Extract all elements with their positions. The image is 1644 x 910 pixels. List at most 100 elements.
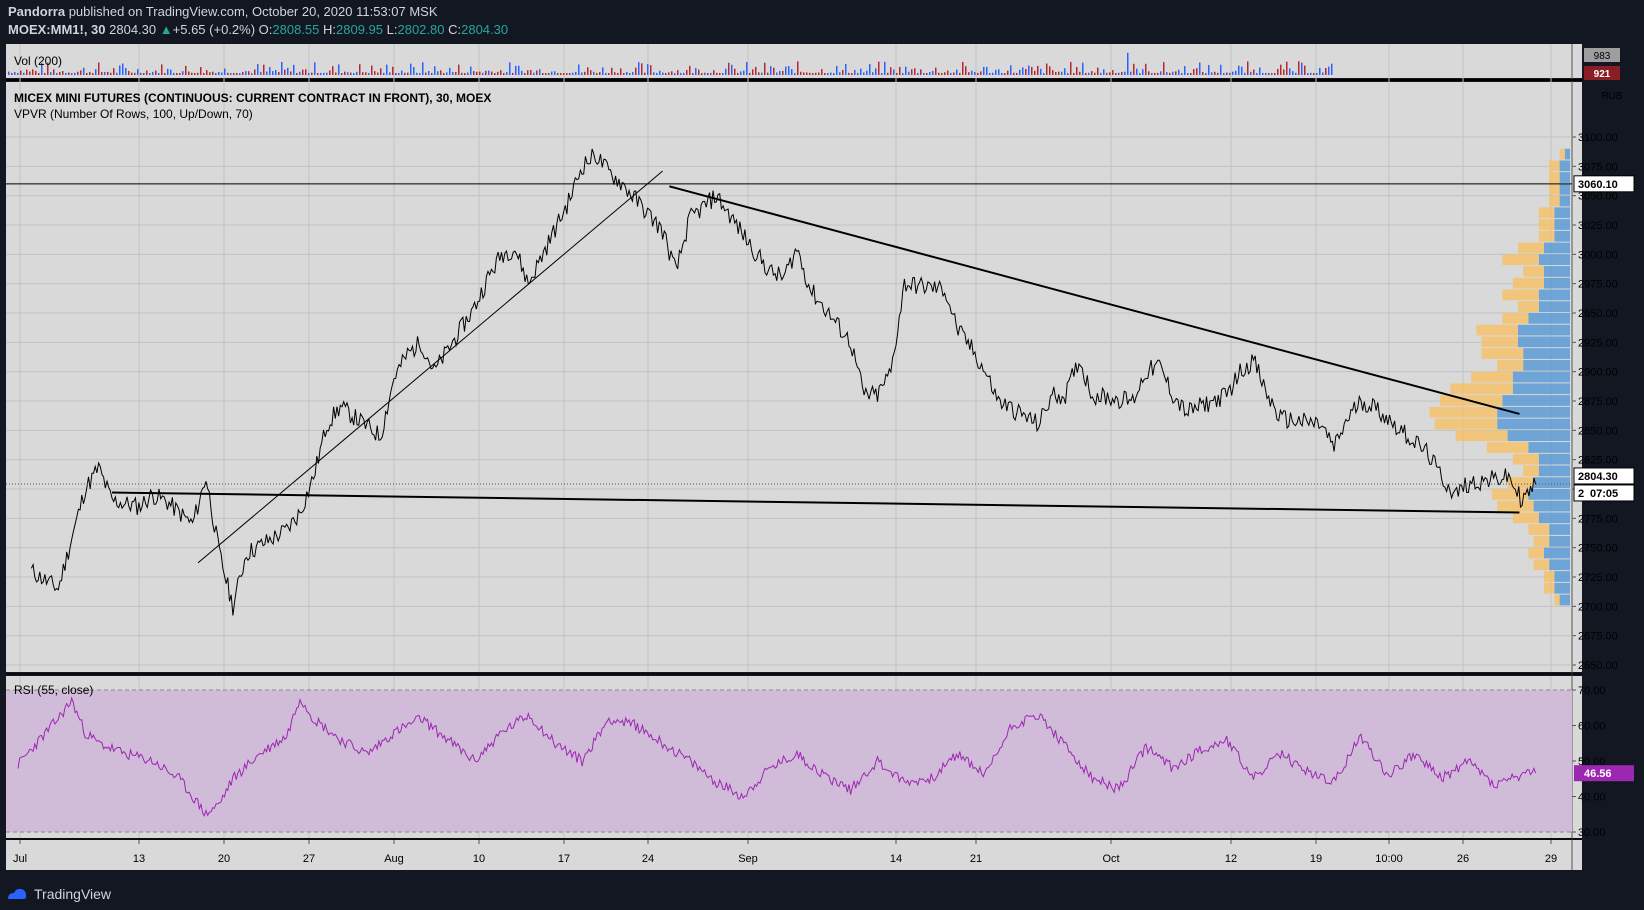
volume-bar bbox=[1187, 72, 1189, 75]
volume-bar bbox=[875, 68, 877, 75]
volume-bar bbox=[323, 72, 325, 75]
volume-bar bbox=[1016, 72, 1018, 75]
rsi-title: RSI (55, close) bbox=[14, 683, 93, 697]
volume-bar bbox=[212, 71, 214, 75]
volume-bar bbox=[602, 67, 604, 75]
vp-down-bar bbox=[1538, 207, 1555, 219]
volume-bar bbox=[1307, 72, 1309, 75]
volume-bar bbox=[218, 71, 220, 75]
volume-bar bbox=[185, 65, 187, 75]
volume-bar bbox=[92, 72, 94, 75]
price-tick-label: 3050.00 bbox=[1578, 191, 1618, 203]
volume-bar bbox=[926, 72, 928, 75]
volume-bar bbox=[32, 69, 34, 75]
vp-down-bar bbox=[1434, 418, 1498, 430]
vp-up-bar bbox=[1512, 383, 1570, 395]
volume-bar bbox=[269, 67, 271, 75]
volume-bar bbox=[1025, 69, 1027, 75]
volume-bar bbox=[737, 72, 739, 75]
time-axis-panel[interactable] bbox=[6, 840, 1582, 870]
volume-bar bbox=[23, 72, 25, 75]
volume-bar bbox=[1241, 66, 1243, 75]
vp-down-bar bbox=[1533, 559, 1550, 571]
volume-bar bbox=[812, 72, 814, 75]
vp-down-bar bbox=[1549, 160, 1560, 172]
rsi-tick-label: 70.00 bbox=[1578, 685, 1606, 697]
volume-bar bbox=[677, 70, 679, 75]
volume-bar bbox=[224, 68, 226, 75]
volume-bar bbox=[1259, 67, 1261, 75]
volume-bar bbox=[1298, 61, 1300, 75]
volume-bar bbox=[122, 63, 124, 75]
volume-bar bbox=[524, 72, 526, 75]
volume-bar bbox=[395, 72, 397, 75]
volume-bar bbox=[482, 72, 484, 75]
volume-bar bbox=[833, 72, 835, 75]
vp-down-bar bbox=[1481, 336, 1518, 348]
volume-bar bbox=[1199, 62, 1201, 75]
volume-bar bbox=[365, 72, 367, 75]
volume-bar bbox=[317, 72, 319, 75]
volume-bar bbox=[14, 71, 16, 75]
volume-bar bbox=[302, 69, 304, 75]
volume-bar bbox=[101, 71, 103, 75]
time-tick-label: 17 bbox=[558, 853, 570, 865]
volume-bar bbox=[836, 65, 838, 75]
time-tick-label: 26 bbox=[1457, 853, 1469, 865]
price-tick-label: 2775.00 bbox=[1578, 513, 1618, 525]
volume-bar bbox=[1229, 72, 1231, 75]
volume-bar bbox=[1043, 72, 1045, 75]
volume-bar bbox=[299, 71, 301, 75]
vp-down-bar bbox=[1518, 242, 1544, 254]
price-tick-label: 2950.00 bbox=[1578, 308, 1618, 320]
volume-bar bbox=[491, 71, 493, 75]
volume-bar bbox=[1001, 72, 1003, 75]
volume-bar bbox=[176, 72, 178, 75]
volume-bar bbox=[587, 67, 589, 75]
volume-bar bbox=[800, 71, 802, 75]
volume-bar bbox=[104, 71, 106, 75]
volume-bar bbox=[986, 66, 988, 75]
volume-bar bbox=[605, 72, 607, 75]
main-price-panel[interactable] bbox=[6, 82, 1582, 672]
vp-up-bar bbox=[1528, 489, 1570, 500]
volume-bar bbox=[716, 72, 718, 75]
volume-bar bbox=[626, 71, 628, 75]
volume-bar bbox=[917, 72, 919, 75]
vp-up-bar bbox=[1544, 277, 1570, 289]
volume-bar bbox=[962, 61, 964, 75]
footer-brand[interactable]: TradingView bbox=[6, 886, 111, 902]
volume-bar bbox=[911, 69, 913, 75]
volume-bar bbox=[236, 72, 238, 75]
volume-bar bbox=[734, 68, 736, 75]
volume-bar bbox=[923, 72, 925, 75]
vp-up-bar bbox=[1559, 195, 1570, 207]
vp-up-bar bbox=[1559, 172, 1570, 183]
rsi-tick-label: 30.00 bbox=[1578, 827, 1606, 839]
volume-bar bbox=[623, 72, 625, 75]
time-tick-label: 19 bbox=[1310, 853, 1322, 865]
volume-bar bbox=[11, 72, 13, 75]
volume-bar bbox=[560, 72, 562, 75]
volume-bar bbox=[1061, 71, 1063, 75]
volume-bar bbox=[20, 70, 22, 75]
volume-bar bbox=[287, 67, 289, 75]
volume-bar bbox=[233, 72, 235, 75]
volume-bar bbox=[128, 70, 130, 75]
volume-bar bbox=[872, 72, 874, 75]
volume-bar bbox=[641, 63, 643, 75]
volume-bar bbox=[680, 72, 682, 75]
chart-canvas[interactable]: Jul 13 20 27 Aug 10 17 24 Sep 14 21 Oct 12 19 10:00 26 2… bbox=[0, 0, 1644, 910]
volume-bar bbox=[152, 71, 154, 75]
volume-bar bbox=[893, 69, 895, 75]
volume-bar bbox=[1133, 63, 1135, 75]
vpvr-indicator-label: VPVR (Number Of Rows, 100, Up/Down, 70) bbox=[14, 107, 253, 121]
volume-bar bbox=[980, 71, 982, 75]
volume-bar bbox=[428, 70, 430, 75]
volume-bar bbox=[398, 72, 400, 75]
volume-bar bbox=[473, 71, 475, 75]
volume-bar bbox=[698, 69, 700, 75]
rsi-tick-label: 40.00 bbox=[1578, 792, 1606, 804]
volume-bar bbox=[1058, 71, 1060, 75]
volume-bar bbox=[710, 72, 712, 75]
